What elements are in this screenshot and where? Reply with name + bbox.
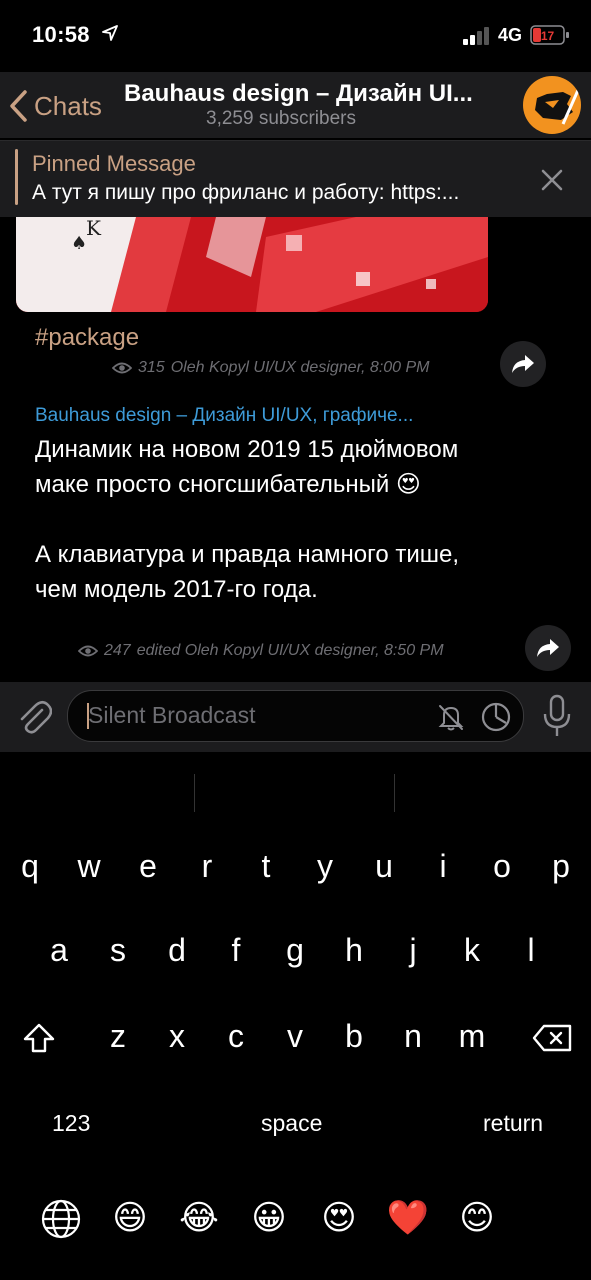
key-d[interactable]: d — [157, 932, 197, 969]
playing-cards-photo: K ♠ — [16, 217, 488, 312]
globe-icon[interactable] — [40, 1198, 82, 1240]
battery-level: 17 — [541, 29, 555, 43]
key-x[interactable]: x — [157, 1018, 197, 1055]
pinned-message[interactable]: Pinned Message А тут я пишу про фриланс … — [0, 140, 591, 217]
bauhaus-logo-icon — [535, 87, 581, 125]
message-feed[interactable]: K ♠ #package 315 Oleh Kopyl UI/UX design… — [0, 217, 591, 682]
chat-header: Chats Bauhaus design – Дизайн UI... 3,25… — [0, 72, 591, 138]
return-key[interactable]: return — [483, 1110, 543, 1137]
share-button[interactable] — [525, 625, 571, 671]
emoji-suggestion[interactable]: ❤️ — [386, 1198, 430, 1238]
view-count: 247 — [104, 642, 131, 659]
space-key[interactable]: space — [261, 1110, 322, 1137]
pinned-title: Pinned Message — [32, 151, 196, 176]
emoji-suggestion[interactable]: 😍 — [317, 1198, 361, 1238]
message-input[interactable]: Silent Broadcast — [67, 690, 524, 742]
key-n[interactable]: n — [393, 1018, 433, 1055]
key-g[interactable]: g — [275, 932, 315, 969]
subscriber-count: 3,259 subscribers — [206, 108, 356, 129]
views-eye-icon — [78, 645, 98, 657]
post-image[interactable]: K ♠ — [16, 217, 488, 312]
emoji-suggestion[interactable]: 😊 — [455, 1198, 499, 1238]
key-o[interactable]: o — [482, 848, 522, 885]
location-arrow-icon — [102, 25, 118, 41]
numbers-key[interactable]: 123 — [52, 1110, 90, 1137]
status-time: 10:58 — [32, 22, 90, 47]
text-caret — [87, 703, 89, 729]
key-p[interactable]: p — [541, 848, 581, 885]
network-type: 4G — [498, 25, 523, 45]
share-button[interactable] — [500, 341, 546, 387]
timer-icon[interactable] — [480, 701, 512, 733]
forwarded-author[interactable]: Bauhaus design – Дизайн UI/UX, графиче..… — [35, 405, 413, 427]
signal-icon — [463, 27, 489, 45]
key-e[interactable]: e — [128, 848, 168, 885]
microphone-icon[interactable] — [540, 694, 574, 738]
key-w[interactable]: w — [69, 848, 109, 885]
key-f[interactable]: f — [216, 932, 256, 969]
backspace-icon[interactable] — [532, 1024, 572, 1052]
svg-text:♠: ♠ — [71, 233, 87, 254]
channel-title[interactable]: Bauhaus design – Дизайн UI... — [124, 80, 473, 108]
key-l[interactable]: l — [511, 932, 551, 969]
key-j[interactable]: j — [393, 932, 433, 969]
message-text: Динамик на новом 2019 15 дюймовом маке п… — [35, 436, 460, 603]
pinned-text: А тут я пишу про фриланс и работу: https… — [32, 181, 460, 204]
key-z[interactable]: z — [98, 1018, 138, 1055]
back-button[interactable]: Chats — [8, 86, 102, 126]
hashtag-link[interactable]: #package — [35, 324, 139, 352]
key-c[interactable]: c — [216, 1018, 256, 1055]
suggestion-divider — [394, 774, 395, 812]
share-arrow-icon — [512, 355, 534, 373]
bell-off-icon[interactable] — [436, 702, 466, 732]
key-t[interactable]: t — [246, 848, 286, 885]
message-footer: Oleh Kopyl UI/UX designer, 8:00 PM — [170, 359, 430, 376]
emoji-suggestion[interactable]: 😀 — [247, 1198, 291, 1238]
keyboard: q w e r t y u i o p a s d f g h j k l z … — [0, 752, 591, 1280]
composer-bar: Silent Broadcast — [0, 682, 591, 752]
status-bar: 10:58 4G 17 — [0, 0, 591, 72]
key-i[interactable]: i — [423, 848, 463, 885]
key-k[interactable]: k — [452, 932, 492, 969]
message-meta: 315 Oleh Kopyl UI/UX designer, 8:00 PM — [112, 359, 430, 377]
key-r[interactable]: r — [187, 848, 227, 885]
shift-icon[interactable] — [22, 1022, 56, 1054]
key-s[interactable]: s — [98, 932, 138, 969]
key-m[interactable]: m — [452, 1018, 492, 1055]
battery-icon: 17 — [530, 25, 569, 45]
emoji-suggestion[interactable]: 😄 — [108, 1198, 152, 1238]
channel-avatar[interactable] — [523, 76, 581, 134]
key-y[interactable]: y — [305, 848, 345, 885]
views-eye-icon — [112, 362, 132, 374]
paperclip-icon[interactable] — [16, 698, 52, 736]
key-u[interactable]: u — [364, 848, 404, 885]
input-placeholder: Silent Broadcast — [88, 702, 256, 728]
back-label: Chats — [34, 90, 102, 121]
key-a[interactable]: a — [39, 932, 79, 969]
message-footer: edited Oleh Kopyl UI/UX designer, 8:50 P… — [136, 642, 444, 659]
close-icon[interactable] — [539, 167, 565, 193]
message-meta: 247 edited Oleh Kopyl UI/UX designer, 8:… — [78, 642, 444, 660]
chevron-left-icon — [10, 90, 27, 122]
key-v[interactable]: v — [275, 1018, 315, 1055]
view-count: 315 — [138, 359, 165, 376]
share-arrow-icon — [537, 639, 559, 657]
emoji-suggestion[interactable]: 😂 — [177, 1198, 221, 1238]
key-q[interactable]: q — [10, 848, 50, 885]
key-b[interactable]: b — [334, 1018, 374, 1055]
suggestion-divider — [194, 774, 195, 812]
svg-text:K: K — [86, 217, 102, 240]
pinned-accent-bar — [15, 149, 18, 205]
key-h[interactable]: h — [334, 932, 374, 969]
